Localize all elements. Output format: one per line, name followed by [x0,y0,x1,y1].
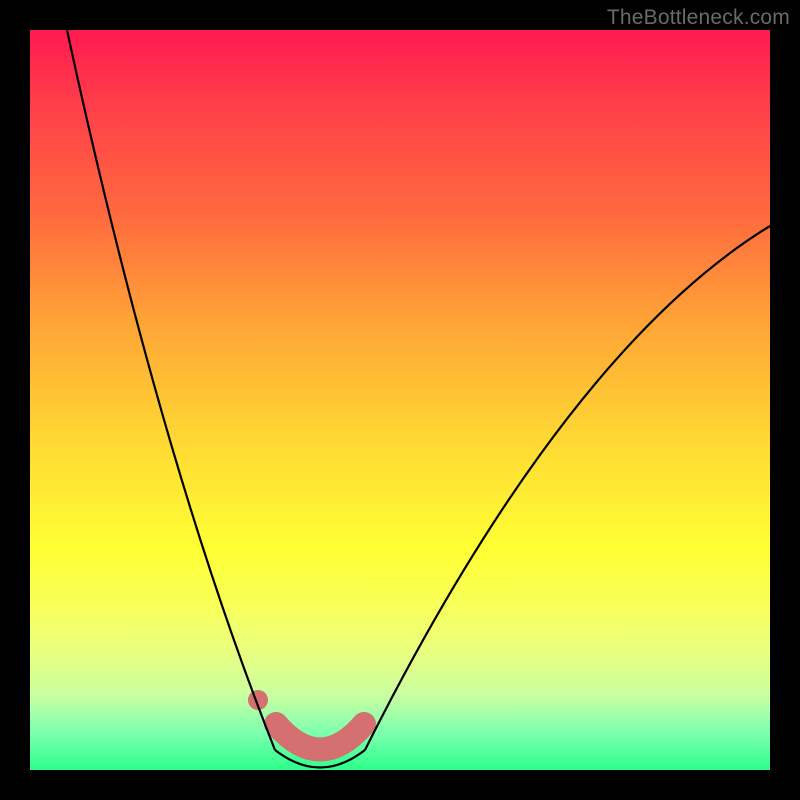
curve-left-branch [67,30,275,750]
chart-plot-area [30,30,770,770]
highlight-u-segment [276,724,364,750]
bottleneck-curve-svg [30,30,770,770]
curve-right-branch [365,226,770,750]
watermark-text: TheBottleneck.com [607,6,790,30]
